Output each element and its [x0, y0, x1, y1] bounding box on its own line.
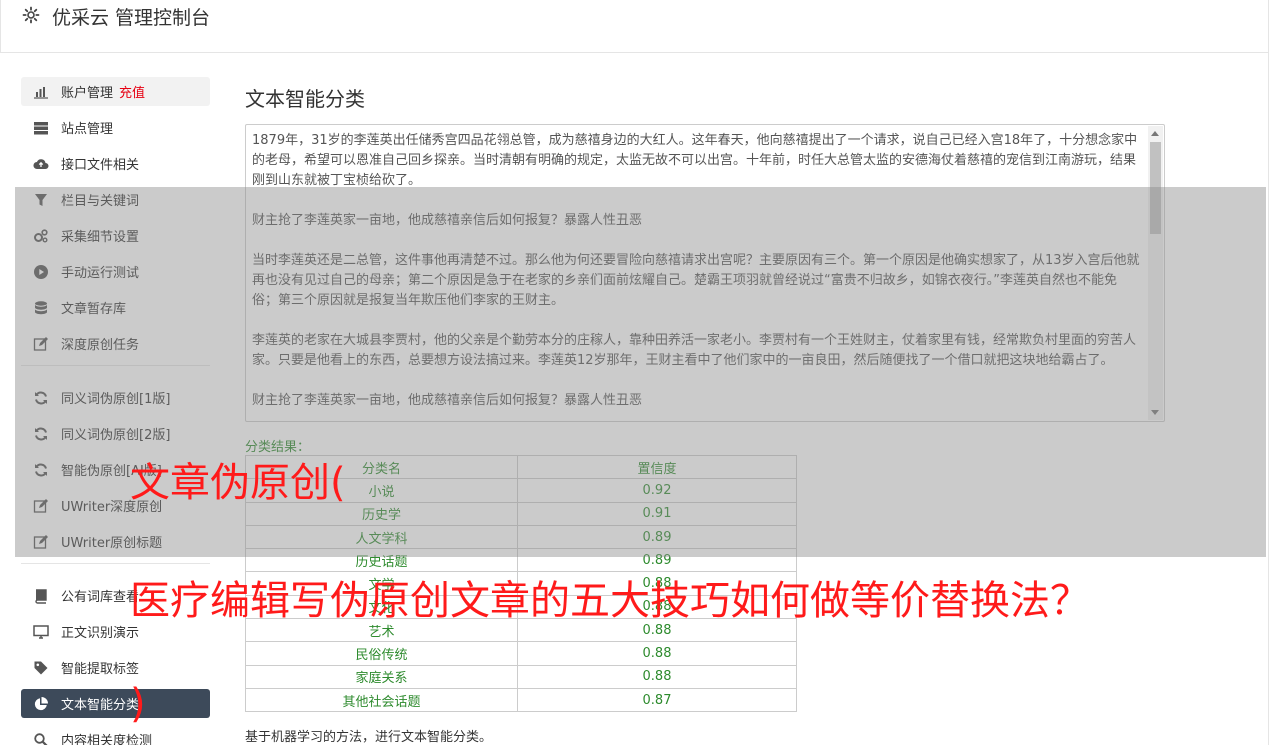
page-title: 文本智能分类 [245, 87, 365, 111]
tag-icon [32, 660, 50, 676]
sidebar-item-label: 账户管理 [61, 86, 114, 101]
sidebar-item-label: 内容相关度检测 [61, 734, 153, 745]
bar-chart-icon [32, 84, 50, 100]
category-cell: 家庭关系 [245, 664, 518, 689]
article-paragraph: 1879年，31岁的李莲英出任储秀宫四品花翎总管，成为慈禧身边的大红人。这年春天… [252, 133, 1138, 188]
sidebar-item-text-classification[interactable]: 文本智能分类 [21, 689, 210, 718]
category-cell: 民俗传统 [245, 641, 518, 666]
recharge-link[interactable]: 充值 [119, 82, 145, 101]
scroll-up-icon[interactable] [1151, 131, 1159, 136]
sidebar-item-interface-files[interactable]: 接口文件相关 [21, 149, 210, 178]
sidebar-item-label: 接口文件相关 [61, 158, 140, 173]
sidebar-separator [21, 563, 210, 564]
sidebar-item-label: 文本智能分类 [61, 698, 140, 713]
pie-chart-icon [32, 696, 50, 712]
confidence-cell: 0.87 [517, 687, 797, 713]
cloud-upload-icon [32, 156, 50, 172]
book-icon [32, 588, 50, 604]
server-icon [32, 120, 50, 136]
overlay-title-line-3: ) [130, 681, 146, 727]
search-icon [32, 732, 50, 745]
sidebar-item-label: 站点管理 [61, 122, 114, 137]
sidebar-item-account[interactable]: 账户管理 充值 [21, 77, 210, 106]
right-border [1268, 0, 1269, 745]
table-row: 其他社会话题 0.87 [245, 687, 797, 713]
main-content: 文本智能分类 1879年，31岁的李莲英出任储秀宫四品花翎总管，成为慈禧身边的大… [245, 83, 1165, 745]
app-title: 优采云 管理控制台 [52, 7, 211, 29]
header: 优采云 管理控制台 [0, 0, 1268, 53]
category-cell: 其他社会话题 [245, 687, 518, 713]
table-row: 民俗传统 0.88 [245, 641, 797, 666]
sidebar-item-label: 智能提取标签 [61, 662, 140, 677]
overlay-title-line-1: 文章伪原创( [130, 460, 346, 506]
gear-icon[interactable] [21, 5, 41, 25]
sidebar-item-sites[interactable]: 站点管理 [21, 113, 210, 142]
sidebar-item-relevance-check[interactable]: 内容相关度检测 [21, 725, 210, 745]
confidence-cell: 0.88 [517, 664, 797, 689]
sidebar-item-label: 正文识别演示 [61, 626, 140, 641]
table-row: 家庭关系 0.88 [245, 664, 797, 689]
sidebar-item-extract-tags[interactable]: 智能提取标签 [21, 653, 210, 682]
description-text: 基于机器学习的方法，进行文本智能分类。 [245, 730, 493, 745]
sidebar-item-label: 公有词库查看 [61, 590, 140, 605]
overlay-title-line-2: 医疗编辑写伪原创文章的五大技巧如何做等价替换法？ [130, 578, 1090, 624]
monitor-icon [32, 624, 50, 640]
confidence-cell: 0.88 [517, 641, 797, 666]
